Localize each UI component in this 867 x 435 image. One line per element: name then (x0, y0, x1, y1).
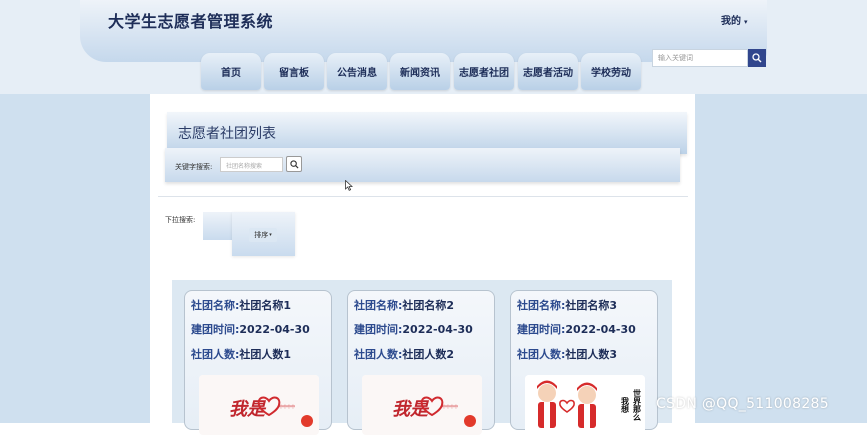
sort-label: 排序 (254, 231, 269, 239)
field-label: 社团名称: (191, 299, 240, 312)
chevron-down-icon: ▾ (744, 18, 748, 26)
club-card[interactable]: 社团名称:社团名称2 建团时间:2022-04-30 社团人数:社团人数2 我是… (347, 290, 495, 435)
nav-tab-volunteer-clubs[interactable]: 志愿者社团 (454, 53, 514, 90)
keyword-search-button[interactable] (286, 156, 302, 172)
club-count-row: 社团人数:社团人数2 (354, 346, 454, 362)
field-label: 建团时间: (191, 323, 240, 336)
club-date: 2022-04-30 (402, 323, 473, 336)
keyword-search-label: 关键字搜索: (175, 163, 213, 171)
nav-tab-volunteer-activities[interactable]: 志愿者活动 (518, 53, 578, 90)
club-date-row: 建团时间:2022-04-30 (191, 321, 310, 337)
cursor-icon (345, 180, 353, 191)
club-name-row: 社团名称:社团名称1 (191, 297, 291, 313)
volunteer-poster-image: 我是 中中中中 (362, 375, 482, 435)
club-name: 社团名称2 (402, 299, 455, 312)
club-name: 社团名称1 (239, 299, 292, 312)
watermark: CSDN @QQ_511008285 (656, 396, 829, 412)
club-count: 社团人数2 (402, 348, 455, 361)
club-image[interactable]: 我是 中中中中 (199, 375, 319, 435)
my-menu-label: 我的 (721, 16, 741, 27)
club-name-row: 社团名称:社团名称3 (517, 297, 617, 313)
nav-tab-school-labor[interactable]: 学校劳动 (581, 53, 641, 90)
search-icon (752, 53, 762, 63)
field-label: 社团人数: (191, 348, 240, 361)
divider (158, 196, 688, 197)
field-label: 建团时间: (354, 323, 403, 336)
poster-small-text: 中中中中 (279, 403, 295, 409)
club-name-row: 社团名称:社团名称2 (354, 297, 454, 313)
club-card[interactable]: 社团名称:社团名称1 建团时间:2022-04-30 社团人数:社团人数1 我是… (184, 290, 332, 435)
search-icon (289, 159, 299, 169)
nav-tab-news[interactable]: 新闻资讯 (390, 53, 450, 90)
poster-small-text: 中中中中 (442, 403, 458, 409)
keyword-search-input[interactable]: 社团名称搜索 (220, 157, 283, 172)
club-image[interactable]: 我是 中中中中 (362, 375, 482, 435)
page-title: 志愿者社团列表 (178, 126, 276, 142)
vertical-caption-2: 我想 (621, 396, 630, 414)
sort-dropdown-button[interactable]: 排序 ▾ (249, 228, 277, 242)
dropdown-search-label: 下拉搜索: (165, 216, 196, 224)
volunteer-poster-image: 我是 中中中中 (199, 375, 319, 435)
club-count: 社团人数3 (565, 348, 618, 361)
club-card[interactable]: 社团名称:社团名称3 建团时间:2022-04-30 社团人数:社团人数3 世界… (510, 290, 658, 435)
top-search-input[interactable]: 输入关键词 (652, 49, 748, 67)
club-date: 2022-04-30 (565, 323, 636, 336)
top-search-button[interactable] (748, 49, 766, 67)
dropdown-panel-left (203, 212, 233, 240)
nav-tab-announcements[interactable]: 公告消息 (327, 53, 387, 90)
my-menu[interactable]: 我的 ▾ (721, 12, 748, 27)
club-date-row: 建团时间:2022-04-30 (354, 321, 473, 337)
club-name: 社团名称3 (565, 299, 618, 312)
club-date: 2022-04-30 (239, 323, 310, 336)
volunteer-cartoon-image: 世界那么 我想 (525, 375, 645, 435)
site-title: 大学生志愿者管理系统 (108, 12, 274, 31)
club-count-row: 社团人数:社团人数3 (517, 346, 617, 362)
field-label: 社团人数: (517, 348, 566, 361)
field-label: 社团名称: (517, 299, 566, 312)
page-background-left (0, 94, 150, 423)
club-image[interactable]: 世界那么 我想 (525, 375, 645, 435)
club-date-row: 建团时间:2022-04-30 (517, 321, 636, 337)
vertical-caption-1: 世界那么 (632, 388, 642, 421)
chevron-down-icon: ▾ (269, 232, 272, 238)
field-label: 建团时间: (517, 323, 566, 336)
page-background-right (695, 94, 867, 423)
field-label: 社团名称: (354, 299, 403, 312)
nav-tab-message-board[interactable]: 留言板 (264, 53, 324, 90)
nav-tab-home[interactable]: 首页 (201, 53, 261, 90)
club-count-row: 社团人数:社团人数1 (191, 346, 291, 362)
club-count: 社团人数1 (239, 348, 292, 361)
field-label: 社团人数: (354, 348, 403, 361)
